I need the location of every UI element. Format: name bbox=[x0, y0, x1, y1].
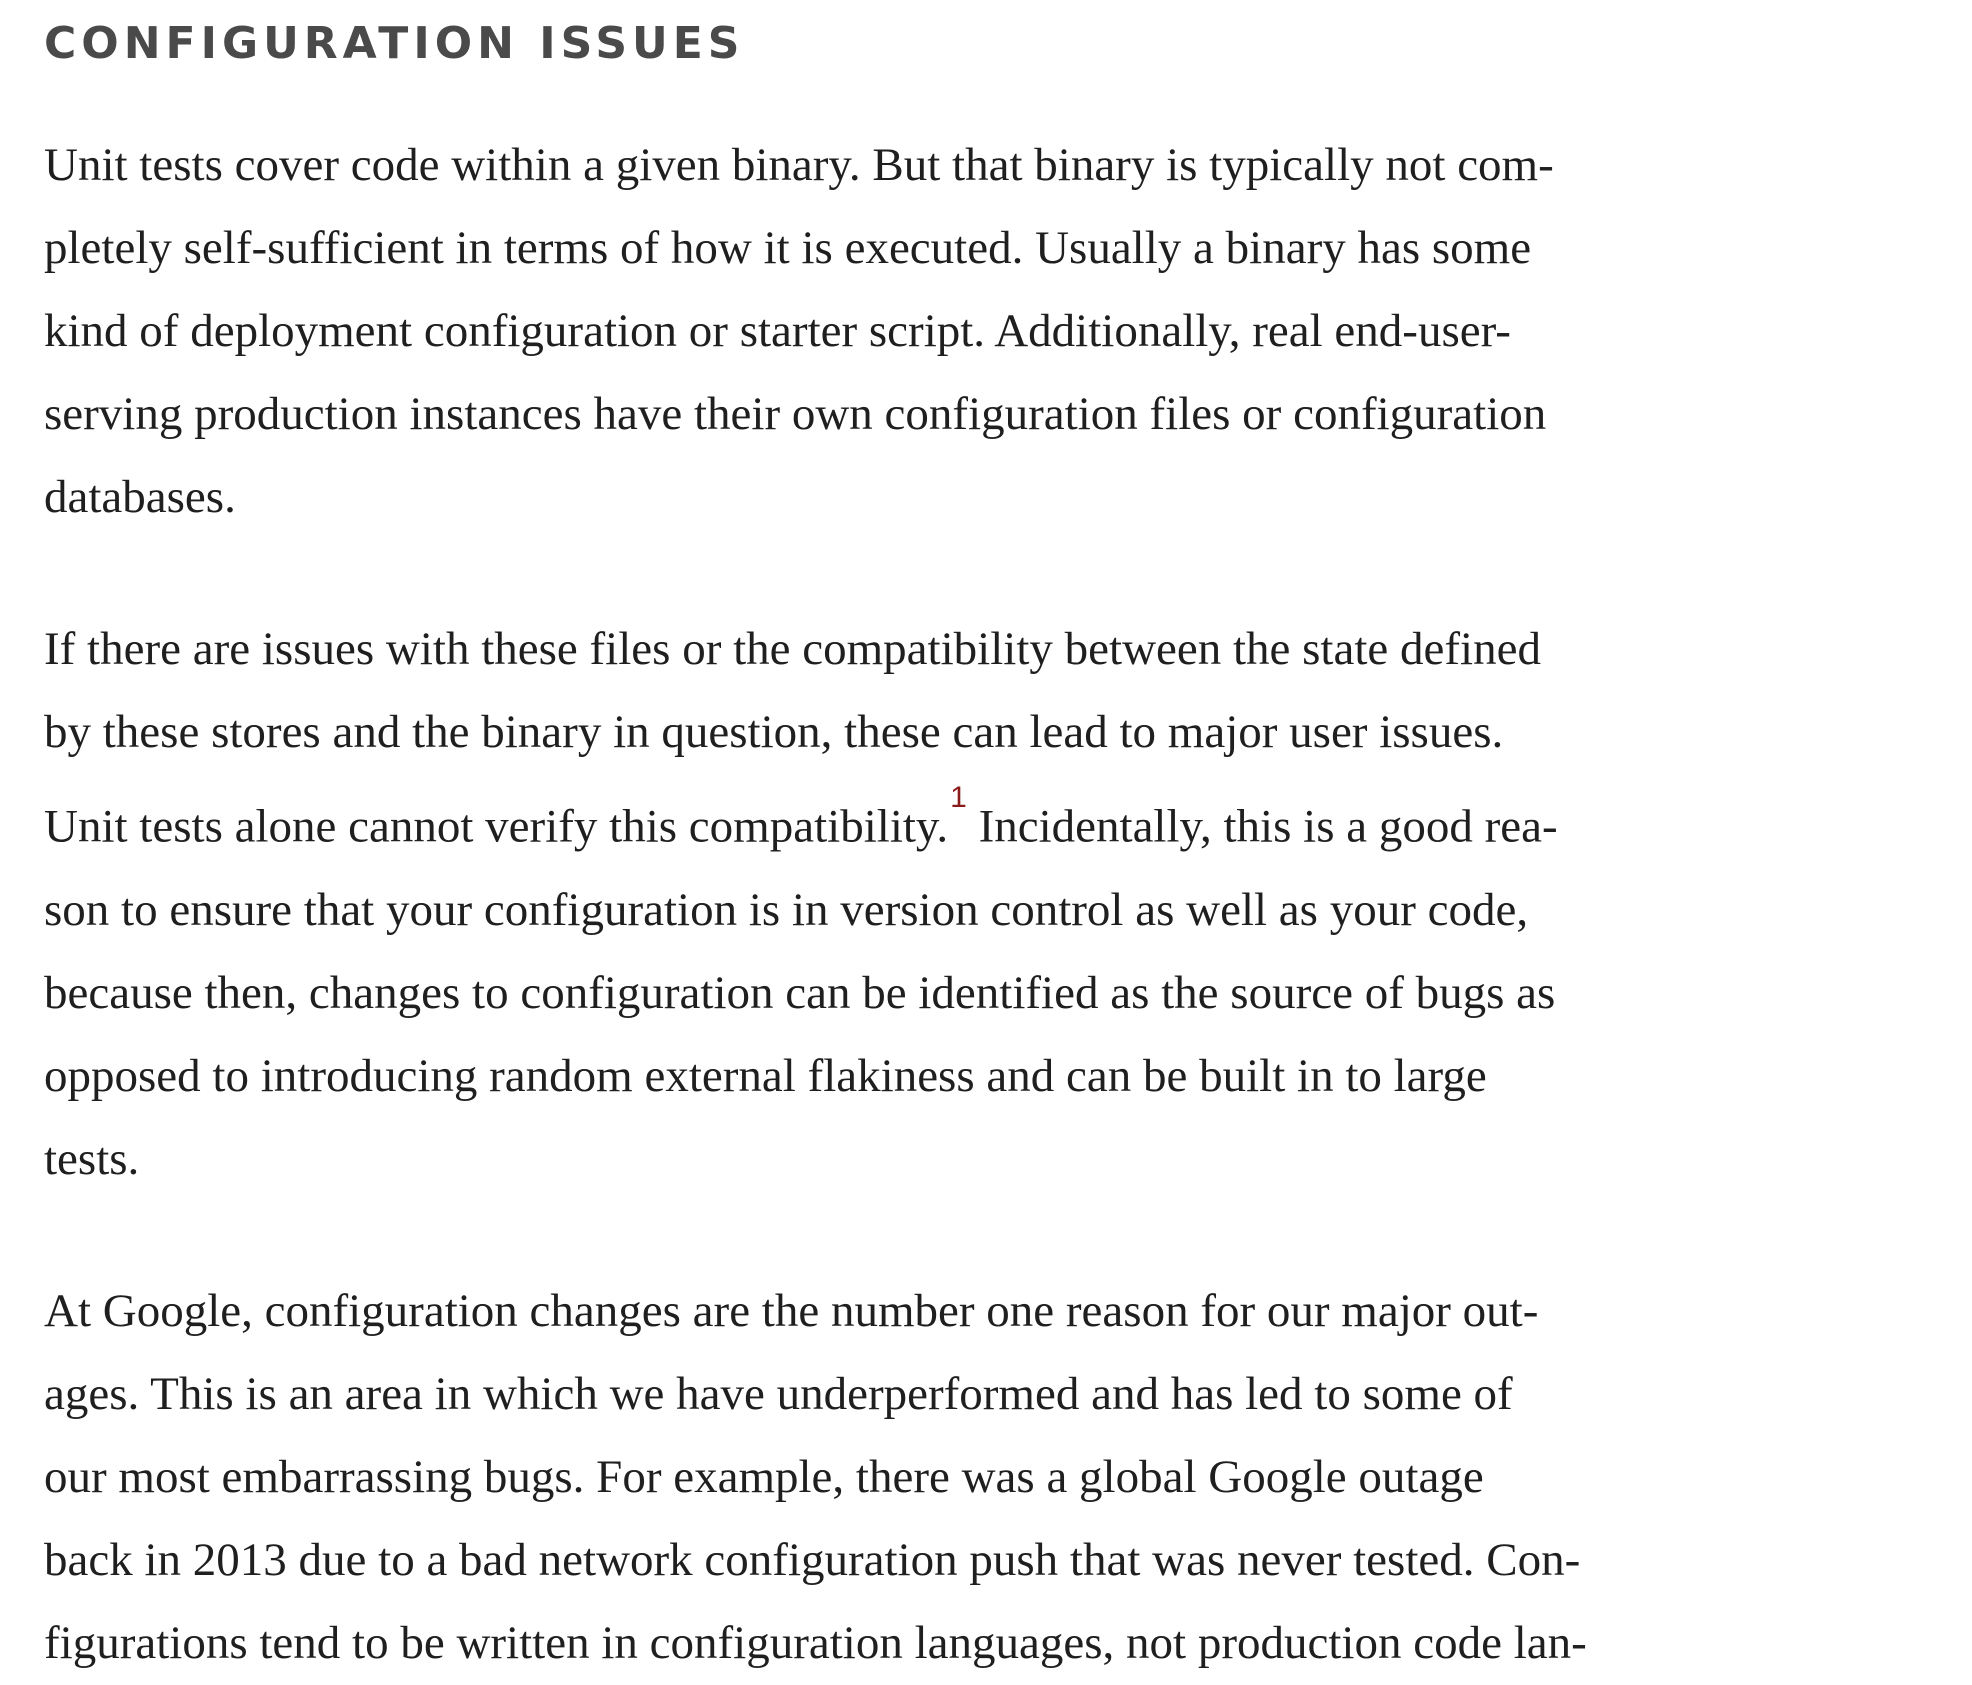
text-line: figurations tend to be written in config… bbox=[44, 1616, 1587, 1669]
text-line: Unit tests cover code within a given bin… bbox=[44, 139, 1554, 191]
text-line: databases. bbox=[44, 471, 236, 523]
paragraph: At Google, configuration changes are the… bbox=[44, 1270, 1744, 1685]
section-heading: CONFIGURATION ISSUES bbox=[44, 18, 745, 69]
text-line: kind of deployment configuration or star… bbox=[44, 305, 1511, 357]
text-line: by these stores and the binary in questi… bbox=[44, 706, 1504, 758]
text-line: opposed to introducing random external f… bbox=[44, 1049, 1487, 1102]
text-line: our most embarrassing bugs. For example,… bbox=[44, 1450, 1484, 1503]
document-page: CONFIGURATION ISSUES Unit tests cover co… bbox=[44, 0, 1744, 1685]
text-segment: Unit tests alone cannot verify this comp… bbox=[44, 800, 949, 853]
footnote-link[interactable]: 1 bbox=[950, 781, 967, 814]
text-line: At Google, configuration changes are the… bbox=[44, 1284, 1539, 1337]
text-line: tests. bbox=[44, 1132, 140, 1185]
text-line: son to ensure that your configuration is… bbox=[44, 883, 1529, 936]
text-line: serving production instances have their … bbox=[44, 388, 1547, 440]
text-line-with-footnote: Unit tests alone cannot verify this comp… bbox=[44, 774, 1744, 869]
text-line: back in 2013 due to a bad network config… bbox=[44, 1533, 1581, 1586]
text-line: because then, changes to configuration c… bbox=[44, 966, 1556, 1019]
text-line: ages. This is an area in which we have u… bbox=[44, 1367, 1513, 1420]
text-segment: Incidentally, this is a good rea- bbox=[966, 800, 1558, 853]
paragraph: If there are issues with these files or … bbox=[44, 608, 1744, 1201]
text-line: pletely self-sufficient in terms of how … bbox=[44, 222, 1532, 274]
paragraph: Unit tests cover code within a given bin… bbox=[44, 124, 1744, 539]
text-line: If there are issues with these files or … bbox=[44, 623, 1541, 675]
